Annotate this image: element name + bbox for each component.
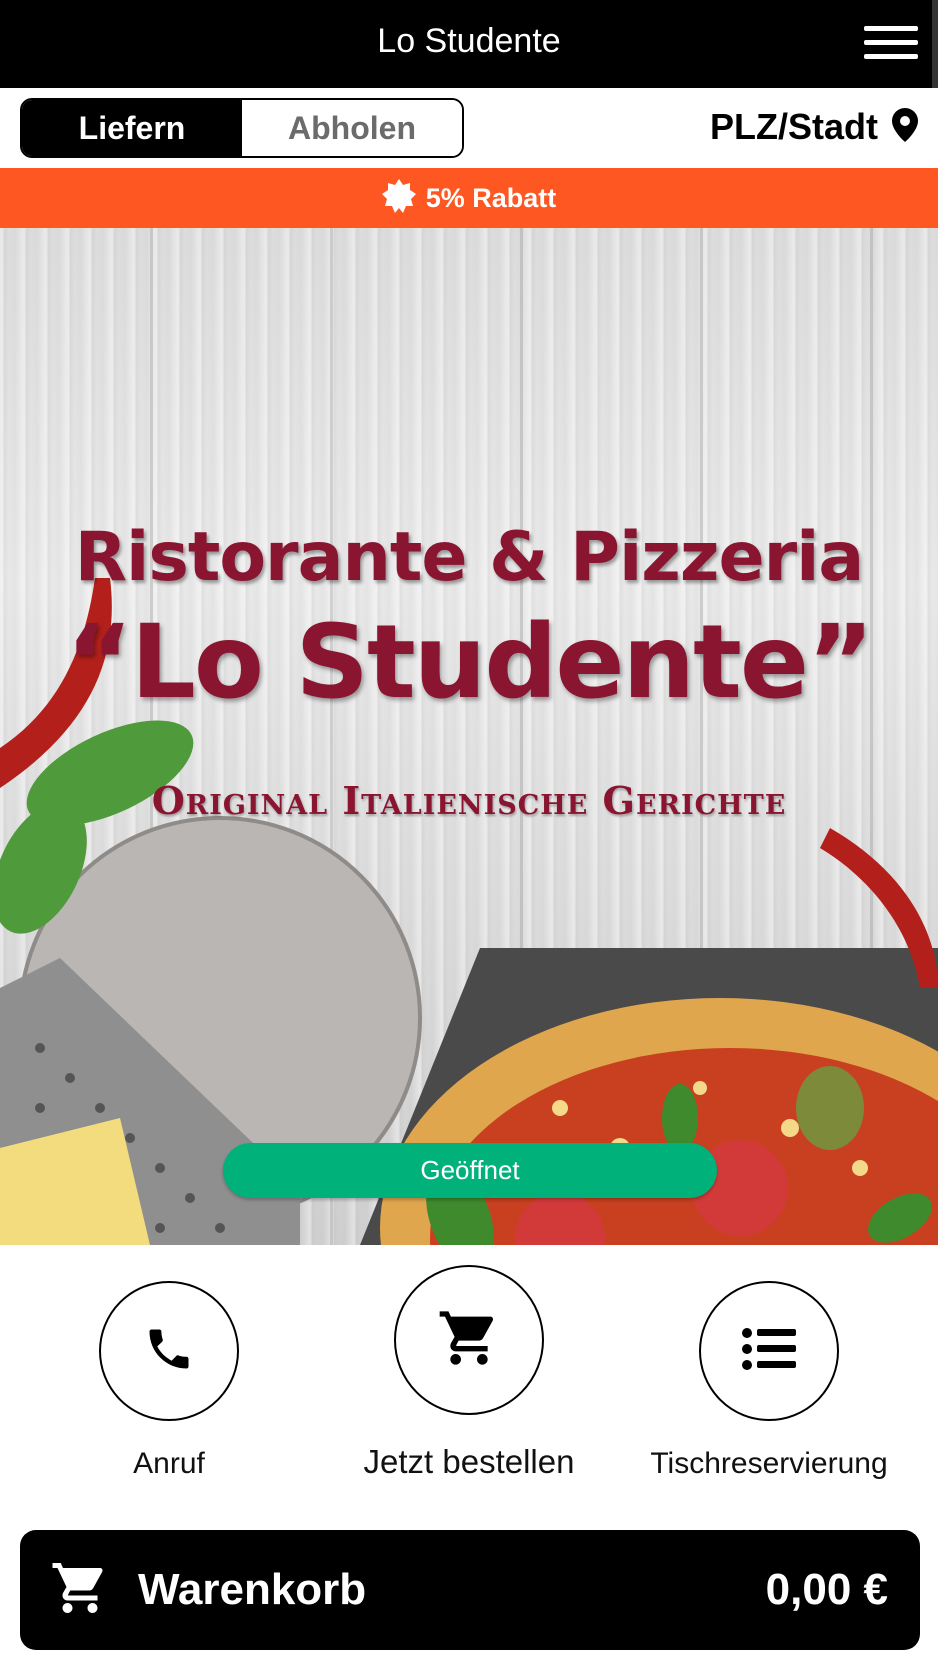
phone-icon	[143, 1323, 195, 1380]
pickup-option[interactable]: Abholen	[242, 100, 462, 156]
cart-icon	[437, 1306, 501, 1375]
deliver-option[interactable]: Liefern	[22, 100, 242, 156]
cart-bar[interactable]: Warenkorb 0,00 €	[20, 1530, 920, 1650]
hero-heading-line2: “Lo Studente”	[65, 603, 874, 722]
delivery-mode-toggle: Liefern Abholen	[20, 98, 464, 158]
hero-banner: Ristorante & Pizzeria “Lo Studente” Orig…	[0, 228, 938, 1245]
call-label: Anruf	[133, 1447, 205, 1480]
top-bar: Lo Studente	[0, 0, 938, 88]
hero-tagline: Original Italienische Gerichte	[151, 778, 787, 823]
app-title: Lo Studente	[377, 22, 561, 60]
scrollbar-edge	[932, 0, 938, 88]
hero-heading-line1: Ristorante & Pizzeria	[74, 518, 865, 597]
list-icon	[742, 1327, 796, 1376]
open-status-badge: Geöffnet	[223, 1143, 717, 1198]
cart-label: Warenkorb	[138, 1565, 367, 1614]
order-action[interactable]: Jetzt bestellen	[359, 1265, 579, 1481]
cart-total: 0,00 €	[765, 1565, 888, 1614]
order-button[interactable]	[394, 1265, 544, 1415]
reservation-action[interactable]: Tischreservierung	[629, 1281, 909, 1481]
order-label: Jetzt bestellen	[363, 1443, 575, 1480]
reservation-label: Tischreservierung	[650, 1447, 888, 1480]
reservation-button[interactable]	[699, 1281, 839, 1421]
pizza-illustration	[0, 578, 938, 1245]
order-mode-bar: Liefern Abholen PLZ/Stadt	[0, 88, 938, 168]
quick-actions: Anruf Jetzt bestellen Tischreservierung	[0, 1245, 938, 1525]
hamburger-menu-icon[interactable]	[864, 20, 924, 72]
location-selector[interactable]: PLZ/Stadt	[710, 104, 918, 150]
call-button[interactable]	[99, 1281, 239, 1421]
map-pin-icon	[892, 107, 918, 147]
location-label: PLZ/Stadt	[710, 106, 878, 147]
cart-bar-icon	[50, 1558, 110, 1623]
badge-icon	[381, 178, 416, 218]
call-action[interactable]: Anruf	[79, 1281, 259, 1481]
discount-banner[interactable]: 5% Rabatt	[0, 168, 938, 228]
discount-label: 5% Rabatt	[425, 182, 557, 213]
